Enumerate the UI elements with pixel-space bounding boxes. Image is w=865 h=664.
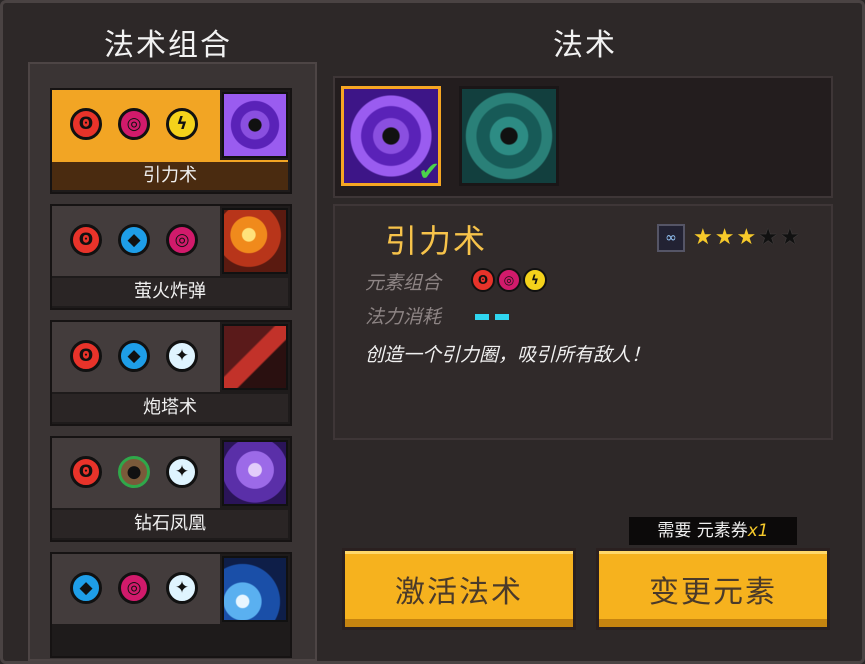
star-filled-icon: ★ — [714, 225, 735, 250]
activate-spell-button[interactable]: 激活法术 — [342, 548, 576, 630]
change-element-button[interactable]: 变更元素 — [596, 548, 830, 630]
firefly-bomb-spell-icon — [222, 208, 288, 274]
water-element-icon: ◆ — [118, 224, 150, 256]
diamond-phoenix-spell-icon — [222, 440, 288, 506]
requirement-text: 需要 元素券 — [657, 521, 748, 541]
void-element-icon: ◎ — [118, 108, 150, 140]
spell-panel-title: 法术 — [553, 28, 617, 63]
spell-tile-gravity[interactable]: ✔ — [341, 86, 441, 187]
water-spell-icon — [222, 556, 288, 622]
star-filled-icon: ★ — [693, 225, 713, 250]
combo-name: 钻石凤凰 — [52, 510, 288, 538]
checkmark-icon: ✔ — [418, 157, 440, 187]
star-empty-icon: ★ — [779, 225, 800, 250]
mana-cost-label: 法力消耗 — [365, 306, 442, 328]
combo-card-5[interactable]: ◆ ◎ ✦ — [50, 552, 292, 658]
spell-name: 引力术 — [385, 222, 488, 260]
fire-element-icon: ʘ — [70, 340, 102, 372]
combo-card-gravity[interactable]: ʘ ◎ ϟ 引力术 — [50, 88, 292, 194]
fire-element-icon: ʘ — [471, 268, 495, 292]
lightning-element-icon: ϟ — [166, 108, 198, 140]
combo-elements: ʘ ◆ ✦ — [52, 322, 220, 392]
combo-name: 萤火炸弹 — [52, 278, 288, 306]
earth-element-icon: ● — [118, 456, 150, 488]
void-element-icon: ◎ — [166, 224, 198, 256]
combo-panel-title: 法术组合 — [104, 28, 232, 63]
combo-elements: ◆ ◎ ✦ — [52, 554, 220, 624]
combo-elements: ʘ ◆ ◎ — [52, 206, 220, 276]
spell-rating: ∞ ★ ★ ★ ★ ★ — [657, 224, 800, 252]
element-combo: ʘ ◎ ϟ — [471, 268, 547, 292]
requirement-tag: 需要 元素券x1 — [629, 517, 797, 545]
fire-element-icon: ʘ — [70, 108, 102, 140]
star-filled-icon: ★ — [736, 225, 757, 250]
water-element-icon: ◆ — [70, 572, 102, 604]
ice-element-icon: ✦ — [166, 572, 198, 604]
combo-name: 炮塔术 — [52, 394, 288, 422]
combo-elements: ʘ ◎ ϟ — [52, 90, 220, 160]
turret-spell-icon — [222, 324, 288, 390]
water-element-icon: ◆ — [118, 340, 150, 372]
spell-description: 创造一个引力圈，吸引所有敌人！ — [365, 344, 651, 366]
void-element-icon: ◎ — [497, 268, 521, 292]
ice-element-icon: ✦ — [166, 340, 198, 372]
mana-pip — [495, 314, 509, 320]
combo-card-turret[interactable]: ʘ ◆ ✦ 炮塔术 — [50, 320, 292, 426]
combo-list: ʘ ◎ ϟ 引力术 ʘ ◆ ◎ 萤火炸弹 ʘ ◆ ✦ 炮塔术 ʘ ● ✦ 钻石凤… — [28, 62, 317, 661]
combo-card-diamond-phoenix[interactable]: ʘ ● ✦ 钻石凤凰 — [50, 436, 292, 542]
combo-name: 引力术 — [52, 162, 288, 190]
ice-element-icon: ✦ — [166, 456, 198, 488]
star-empty-icon: ★ — [758, 225, 778, 250]
gravity-spell-icon — [222, 92, 288, 158]
lightning-element-icon: ϟ — [523, 268, 547, 292]
fire-element-icon: ʘ — [70, 456, 102, 488]
fire-element-icon: ʘ — [70, 224, 102, 256]
chain-link-icon: ∞ — [657, 224, 685, 252]
void-element-icon: ◎ — [118, 572, 150, 604]
spell-tile-variant[interactable] — [459, 86, 559, 186]
spell-detail-panel: 引力术 ∞ ★ ★ ★ ★ ★ 元素组合 ʘ ◎ ϟ 法力消耗 创造一个引力圈，… — [333, 204, 833, 440]
spell-selector: ✔ — [333, 76, 833, 198]
requirement-count: x1 — [747, 521, 769, 541]
element-combo-label: 元素组合 — [365, 272, 442, 294]
mana-cost-bar — [475, 314, 509, 320]
combo-card-firefly-bomb[interactable]: ʘ ◆ ◎ 萤火炸弹 — [50, 204, 292, 310]
mana-pip — [475, 314, 489, 320]
combo-elements: ʘ ● ✦ — [52, 438, 220, 508]
